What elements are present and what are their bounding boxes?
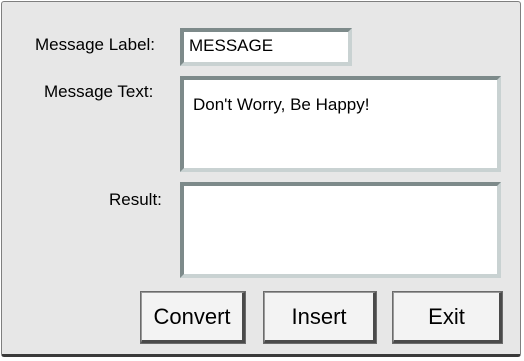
message-text-area[interactable]: Don't Worry, Be Happy! — [180, 76, 501, 172]
message-label-value: MESSAGE — [189, 36, 274, 55]
convert-button[interactable]: Convert — [140, 291, 246, 344]
dialog-window: Message Label: MESSAGE Message Text: Don… — [1, 1, 521, 357]
insert-button[interactable]: Insert — [263, 291, 377, 344]
message-label-label: Message Label: — [35, 35, 156, 54]
message-text-label: Message Text: — [44, 82, 154, 101]
exit-button[interactable]: Exit — [392, 291, 503, 344]
result-area[interactable] — [180, 182, 501, 278]
message-text-value: Don't Worry, Be Happy! — [193, 95, 370, 114]
result-label: Result: — [109, 190, 162, 209]
message-label-field[interactable]: MESSAGE — [180, 28, 352, 66]
